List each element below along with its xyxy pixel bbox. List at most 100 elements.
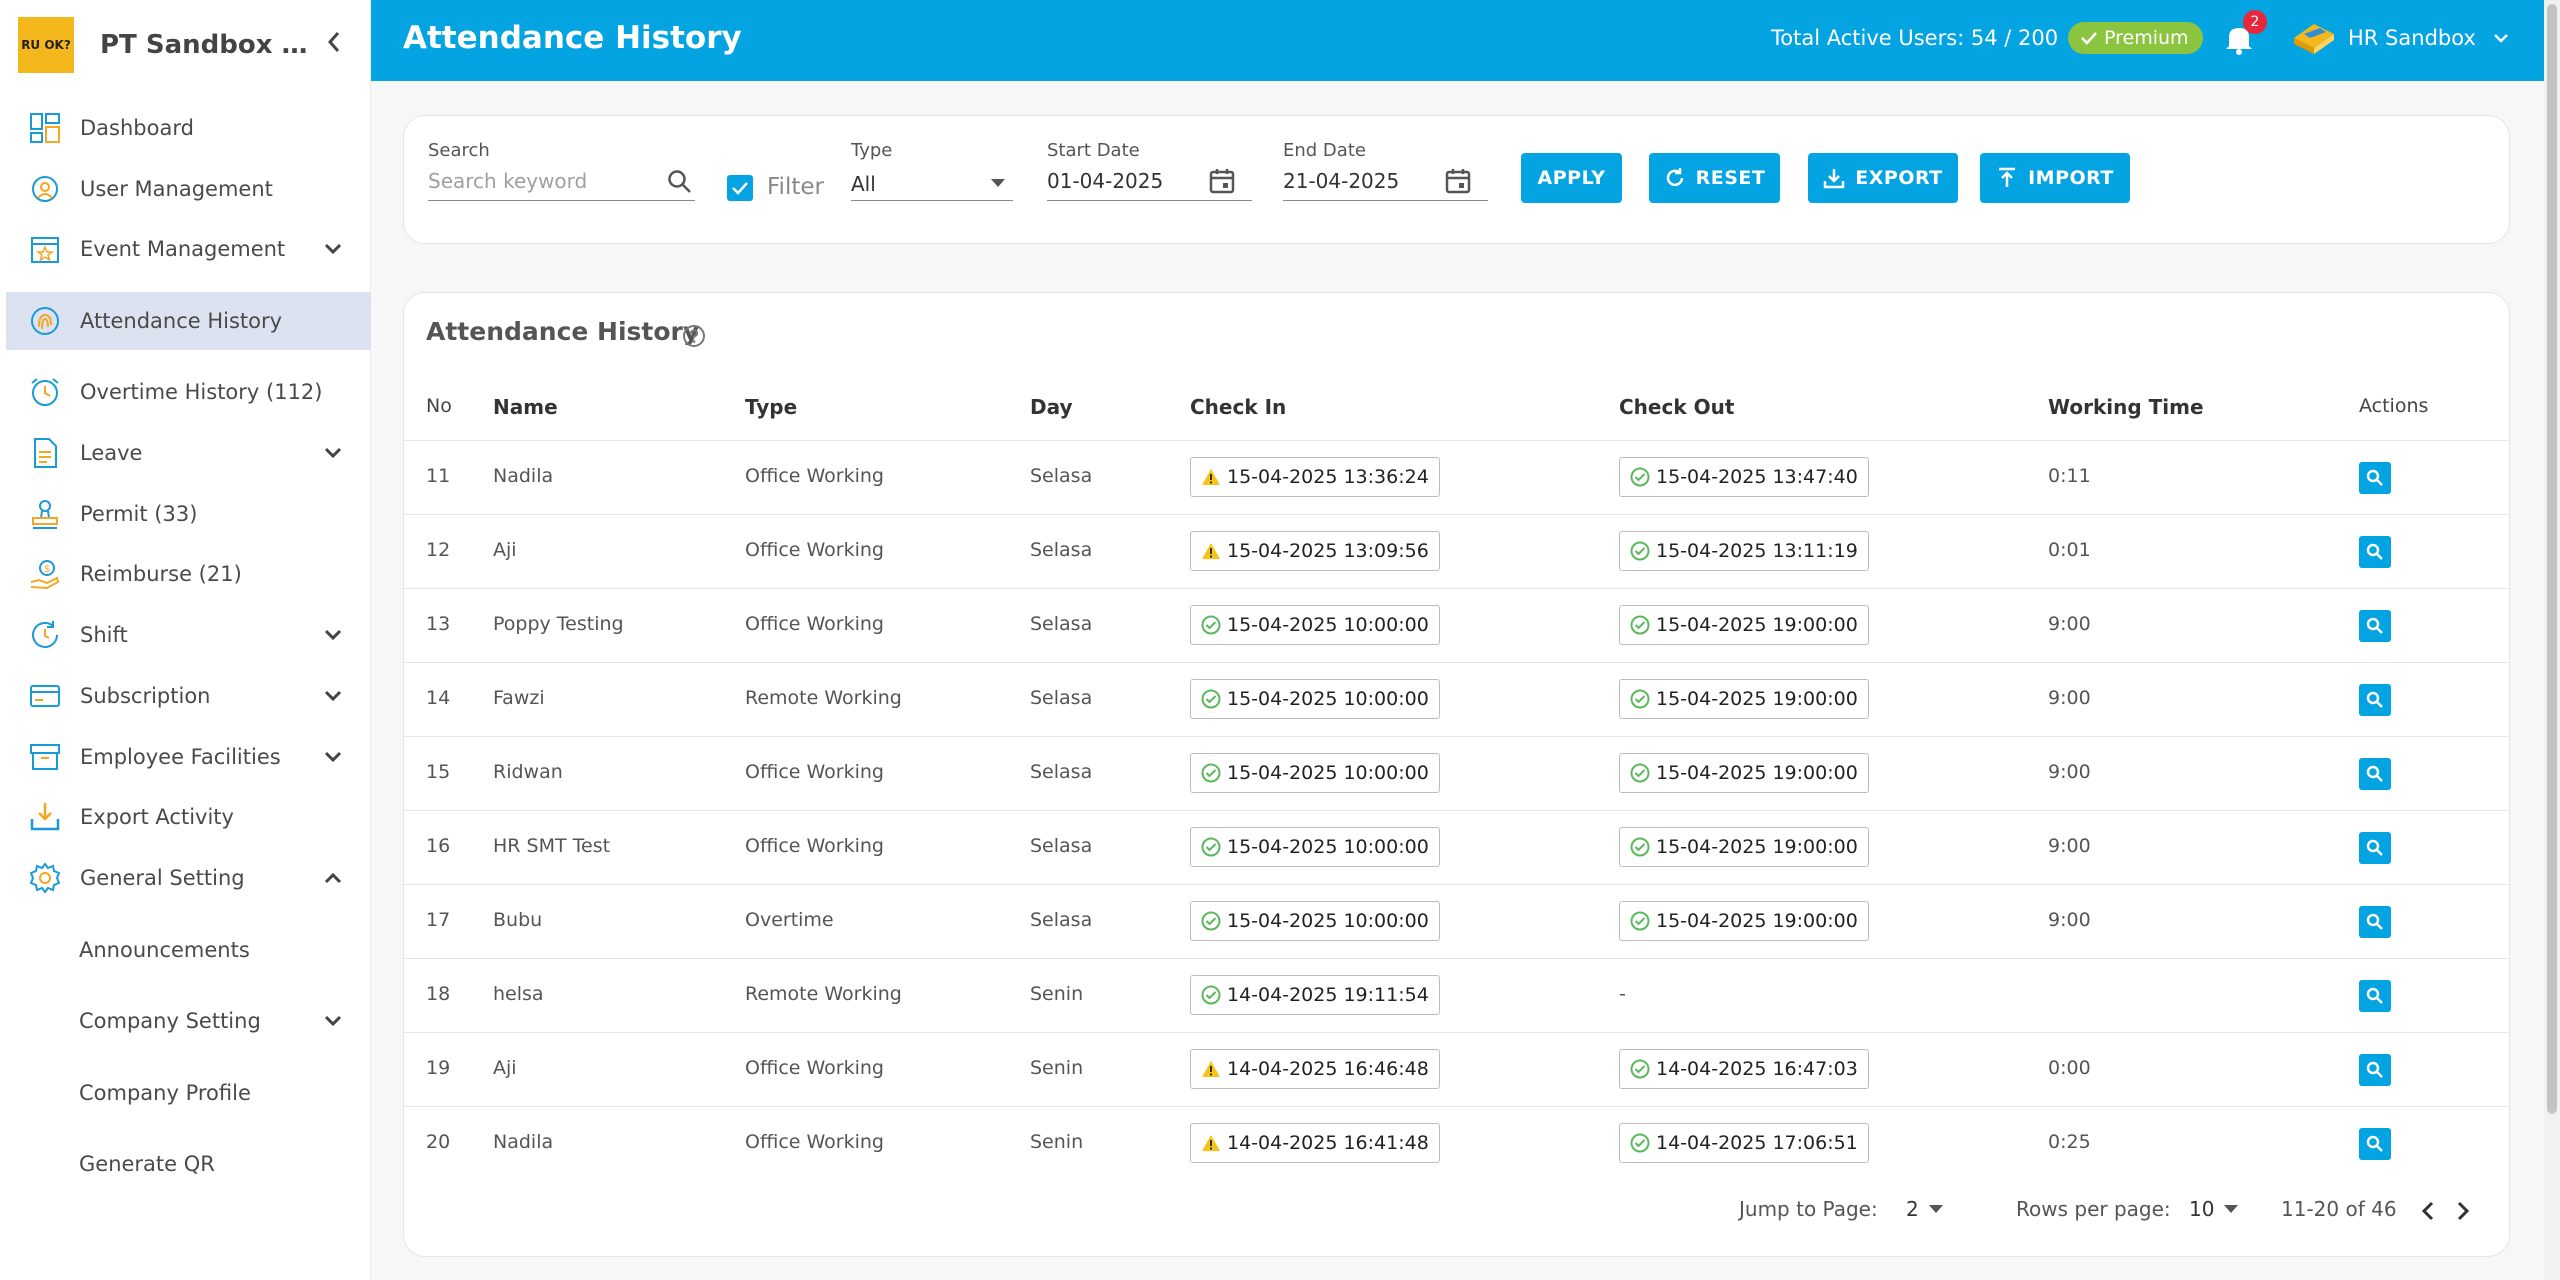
page-select[interactable]: 2	[1906, 1197, 1943, 1221]
view-detail-button[interactable]	[2359, 462, 2391, 494]
next-page-icon[interactable]	[2452, 1200, 2472, 1222]
sidebar-subitem-announcements[interactable]: Announcements	[6, 921, 371, 979]
check-in-stamp[interactable]: 15-04-2025 13:09:56	[1190, 531, 1440, 571]
rows-per-page-value: 10	[2189, 1197, 2215, 1221]
check-out-stamp[interactable]: 15-04-2025 19:00:00	[1619, 679, 1869, 719]
column-header-check-in: Check In	[1190, 395, 1287, 419]
check-in-stamp[interactable]: 15-04-2025 10:00:00	[1190, 827, 1440, 867]
rows-per-page-select[interactable]: 10	[2189, 1197, 2239, 1221]
view-detail-button[interactable]	[2359, 980, 2391, 1012]
sidebar-item-permit[interactable]: Permit (33)	[6, 485, 371, 543]
check-icon	[732, 182, 748, 195]
sidebar-item-subscription[interactable]: Subscription	[6, 667, 371, 725]
sidebar-item-label: Permit (33)	[80, 502, 198, 526]
sidebar-subitem-company-profile[interactable]: Company Profile	[6, 1064, 371, 1122]
view-detail-button[interactable]	[2359, 610, 2391, 642]
end-date-input[interactable]: 21-04-2025	[1283, 163, 1488, 201]
cell-working-time: 0:01	[2048, 539, 2091, 561]
check-out-stamp[interactable]: 15-04-2025 19:00:00	[1619, 753, 1869, 793]
total-active-users: Total Active Users: 54 / 200	[1771, 26, 2059, 50]
sidebar-item-attendance-history[interactable]: Attendance History	[6, 292, 371, 350]
check-in-time: 15-04-2025 13:36:24	[1227, 466, 1429, 488]
check-in-stamp[interactable]: 14-04-2025 19:11:54	[1190, 975, 1440, 1015]
calendar-icon[interactable]	[1208, 167, 1236, 195]
view-detail-button[interactable]	[2359, 832, 2391, 864]
page-title: Attendance History	[403, 20, 742, 56]
start-date-input[interactable]: 01-04-2025	[1047, 163, 1252, 201]
check-out-stamp[interactable]: 15-04-2025 13:47:40	[1619, 457, 1869, 497]
import-button[interactable]: IMPORT	[1980, 153, 2130, 203]
sidebar-item-user-management[interactable]: User Management	[6, 160, 371, 218]
chevron-down-icon	[324, 1015, 342, 1027]
search-icon	[2366, 691, 2383, 708]
page-scrollbar[interactable]	[2544, 0, 2560, 1280]
view-detail-button[interactable]	[2359, 906, 2391, 938]
table-row: 14 Fawzi Remote Working Selasa 15-04-2025 10…	[404, 662, 2509, 736]
reset-button[interactable]: RESET	[1649, 153, 1780, 203]
sidebar-subitem-generate-qr[interactable]: Generate QR	[6, 1135, 371, 1193]
sidebar-item-label: Employee Facilities	[80, 745, 281, 769]
warning-icon	[1202, 543, 1220, 559]
check-out-stamp[interactable]: 15-04-2025 19:00:00	[1619, 901, 1869, 941]
check-circle-icon	[1630, 1133, 1650, 1153]
cell-day: Selasa	[1030, 761, 1093, 783]
view-detail-button[interactable]	[2359, 536, 2391, 568]
check-in-stamp[interactable]: 14-04-2025 16:41:48	[1190, 1123, 1440, 1163]
view-detail-button[interactable]	[2359, 758, 2391, 790]
cell-no: 18	[426, 983, 451, 1005]
sidebar-item-export-activity[interactable]: Export Activity	[6, 788, 371, 846]
sidebar-item-shift[interactable]: Shift	[6, 606, 371, 664]
search-input[interactable]: Search keyword	[428, 163, 695, 201]
sidebar-item-employee-facilities[interactable]: Employee Facilities	[6, 728, 371, 786]
check-out-stamp[interactable]: 15-04-2025 13:11:19	[1619, 531, 1869, 571]
help-icon[interactable]	[682, 324, 706, 348]
sidebar-item-label: General Setting	[80, 866, 245, 890]
cell-day: Senin	[1030, 983, 1084, 1005]
filter-checkbox[interactable]	[727, 175, 753, 201]
calendar-icon[interactable]	[1444, 167, 1472, 195]
collapse-sidebar-button[interactable]	[327, 30, 341, 60]
view-detail-button[interactable]	[2359, 1054, 2391, 1086]
check-in-stamp[interactable]: 15-04-2025 10:00:00	[1190, 679, 1440, 719]
search-placeholder: Search keyword	[428, 169, 588, 193]
check-out-stamp[interactable]: 15-04-2025 19:00:00	[1619, 827, 1869, 867]
view-detail-button[interactable]	[2359, 1128, 2391, 1160]
cell-working-time: 9:00	[2048, 687, 2091, 709]
user-menu[interactable]: HR Sandbox	[2348, 26, 2476, 50]
check-in-stamp[interactable]: 15-04-2025 10:00:00	[1190, 605, 1440, 645]
sidebar-item-reimburse[interactable]: $ Reimburse (21)	[6, 545, 371, 603]
search-icon[interactable]	[667, 169, 693, 195]
chevron-down-icon	[324, 690, 342, 702]
export-button[interactable]: EXPORT	[1808, 153, 1958, 203]
user-avatar	[2294, 24, 2334, 54]
cell-type: Overtime	[745, 909, 834, 931]
check-in-stamp[interactable]: 14-04-2025 16:46:48	[1190, 1049, 1440, 1089]
refresh-clock-icon	[28, 618, 62, 652]
previous-page-icon[interactable]	[2419, 1200, 2439, 1222]
check-out-time: 15-04-2025 19:00:00	[1656, 614, 1858, 636]
check-in-stamp[interactable]: 15-04-2025 10:00:00	[1190, 901, 1440, 941]
check-in-stamp[interactable]: 15-04-2025 13:36:24	[1190, 457, 1440, 497]
chevron-down-icon[interactable]	[2491, 28, 2511, 48]
view-detail-button[interactable]	[2359, 684, 2391, 716]
cell-type: Remote Working	[745, 983, 902, 1005]
search-icon	[2366, 765, 2383, 782]
sidebar-item-dashboard[interactable]: Dashboard	[6, 99, 371, 157]
table-title: Attendance History	[426, 317, 700, 346]
rows-per-page-label: Rows per page:	[2016, 1197, 2171, 1221]
sidebar-item-event-management[interactable]: Event Management	[6, 220, 371, 278]
cell-name: Poppy Testing	[493, 613, 624, 635]
scrollbar-thumb[interactable]	[2547, 4, 2557, 1114]
sidebar-item-leave[interactable]: Leave	[6, 424, 371, 482]
check-out-stamp[interactable]: 15-04-2025 19:00:00	[1619, 605, 1869, 645]
check-out-stamp[interactable]: 14-04-2025 16:47:03	[1619, 1049, 1869, 1089]
check-out-stamp[interactable]: 14-04-2025 17:06:51	[1619, 1123, 1869, 1163]
caret-down-icon	[991, 179, 1005, 187]
type-select[interactable]: All	[851, 163, 1013, 201]
apply-button[interactable]: APPLY	[1521, 153, 1622, 203]
sidebar-item-general-setting[interactable]: General Setting	[6, 849, 371, 907]
check-in-stamp[interactable]: 15-04-2025 10:00:00	[1190, 753, 1440, 793]
sidebar-item-overtime-history[interactable]: Overtime History (112)	[6, 363, 371, 421]
sidebar-subitem-company-setting[interactable]: Company Setting	[6, 992, 371, 1050]
company-logo: RU OK?	[18, 17, 74, 73]
